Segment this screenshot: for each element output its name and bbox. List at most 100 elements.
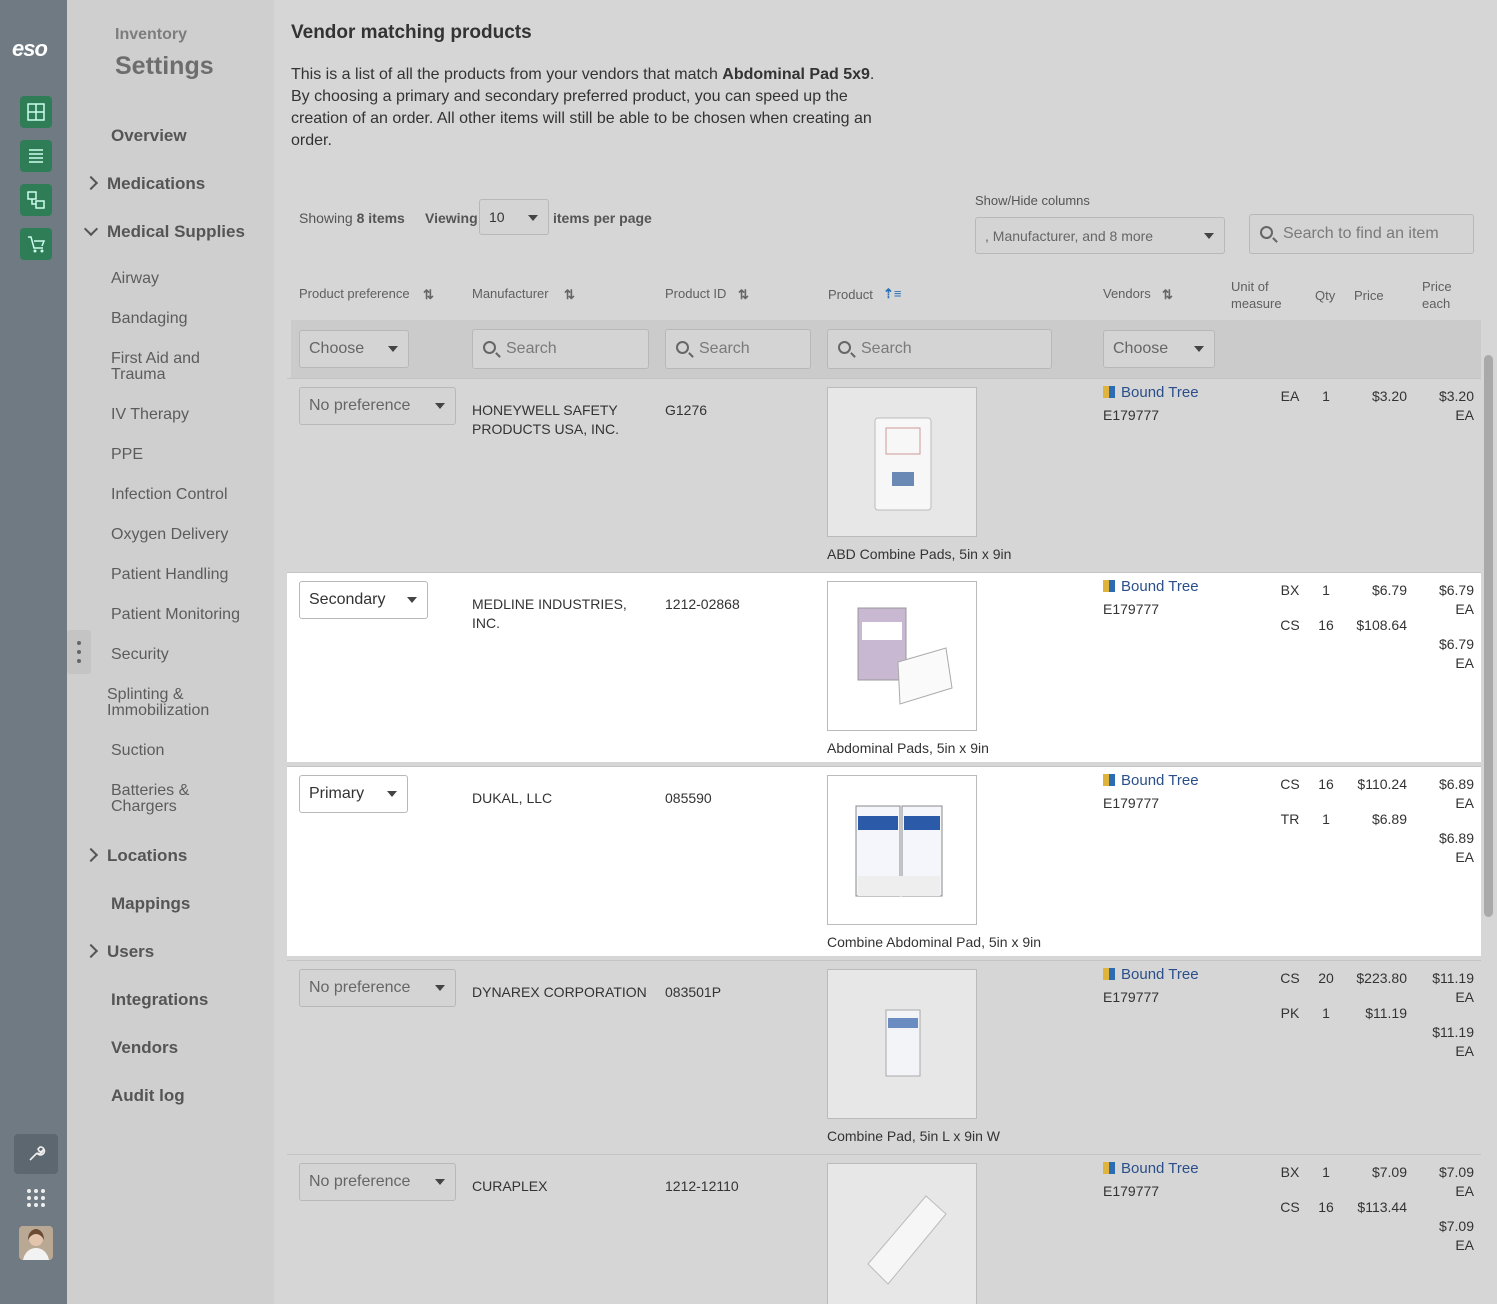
qty-cell: 1 [1322,811,1330,827]
price-cell: $11.19 [1365,1005,1407,1021]
sidebar-item-users[interactable]: Users [107,942,154,962]
list-app-icon[interactable] [20,140,52,172]
sidebar-item-iv-therapy[interactable]: IV Therapy [111,407,189,423]
cart-app-icon[interactable] [20,228,52,260]
manufacturer-cell: HONEYWELL SAFETY PRODUCTS USA, INC. [472,402,620,437]
sidebar-item-splinting[interactable]: Splinting & Immobilization [107,687,237,719]
settings-sidebar: Inventory Settings Overview Medications … [67,0,274,1304]
product-name-cell: Combine Pad, 5in L x 9in W [827,1128,1001,1144]
product-image [827,1163,977,1304]
sidebar-item-vendors[interactable]: Vendors [111,1038,178,1058]
vendor-code: E179777 [1103,601,1160,617]
sidebar-item-medical-supplies[interactable]: Medical Supplies [107,222,245,242]
price-cell: $3.20 [1371,388,1407,404]
sidebar-kicker: Inventory [115,26,188,43]
preference-select[interactable]: No preference [299,387,456,425]
chevron-right-icon[interactable] [83,943,99,959]
sidebar-item-audit-log[interactable]: Audit log [111,1086,185,1106]
sidebar-item-integrations[interactable]: Integrations [111,990,208,1010]
page-intro: This is a list of all the products from … [291,66,875,149]
preference-select[interactable]: Primary [299,775,408,813]
manufacturer-cell: MEDLINE INDUSTRIES, INC. [472,596,627,631]
product-id-cell: 083501P [665,984,722,1000]
bound-tree-logo-icon [1103,580,1115,592]
price-each-cell: $6.79 [1438,636,1474,652]
manufacturer-filter[interactable]: Search [472,329,649,369]
sidebar-item-infection-control[interactable]: Infection Control [111,487,228,503]
chevron-down-icon [407,597,417,603]
product-id-filter[interactable]: Search [665,329,811,369]
sidebar-title: Settings [115,52,214,80]
sidebar-item-batteries[interactable]: Batteries & Chargers [111,783,221,815]
manufacturer-cell: CURAPLEX [472,1178,548,1194]
price-cell: $223.80 [1356,970,1407,986]
preference-select[interactable]: No preference [299,969,456,1007]
sort-icon[interactable]: ⇅ [738,287,749,303]
sidebar-item-security[interactable]: Security [111,647,169,663]
bound-tree-logo-icon [1103,1162,1115,1174]
app-grid-icon[interactable] [14,1178,58,1218]
transfer-app-icon[interactable] [20,184,52,216]
preference-select[interactable]: Secondary [299,581,428,619]
unit-cell: CS [1280,617,1300,633]
header-product-id[interactable]: Product ID [665,285,726,302]
chevron-right-icon[interactable] [83,175,99,191]
price-each-unit: EA [1455,1183,1474,1199]
chevron-down-icon [528,215,538,221]
inventory-app-icon[interactable] [20,96,52,128]
sidebar-item-bandaging[interactable]: Bandaging [111,311,188,327]
sidebar-item-patient-monitoring[interactable]: Patient Monitoring [111,607,240,623]
sidebar-item-medications[interactable]: Medications [107,174,205,194]
eso-logo: eso [12,36,48,61]
search-icon [1260,226,1273,239]
price-each-cell: $6.89 [1438,776,1474,792]
sidebar-item-first-aid[interactable]: First Aid and Trauma [111,351,221,383]
product-id-cell: G1276 [665,402,708,418]
sidebar-item-patient-handling[interactable]: Patient Handling [111,567,228,583]
per-page-select[interactable]: 10 [479,199,549,235]
chevron-down-icon [1204,233,1214,239]
price-each-unit: EA [1455,1043,1474,1059]
header-preference[interactable]: Product preference [299,285,410,302]
sort-icon[interactable]: ⇅ [1162,287,1173,303]
manufacturer-cell: DUKAL, LLC [472,790,553,806]
chevron-down-icon[interactable] [83,221,99,237]
header-manufacturer[interactable]: Manufacturer [472,285,549,302]
unit-cell: EA [1280,388,1300,404]
qty-cell: 16 [1318,617,1334,633]
scrollbar[interactable] [1484,355,1493,917]
preference-select[interactable]: No preference [299,1163,456,1201]
header-product[interactable]: Product [828,286,873,303]
wrench-icon[interactable] [14,1134,58,1174]
vendor-filter[interactable]: Choose [1103,330,1215,368]
sidebar-item-ppe[interactable]: PPE [111,447,143,463]
sidebar-item-oxygen-delivery[interactable]: Oxygen Delivery [111,527,228,543]
sidebar-resize-handle[interactable] [67,630,91,674]
sidebar-item-mappings[interactable]: Mappings [111,894,190,914]
sidebar-item-overview[interactable]: Overview [111,126,187,146]
user-avatar[interactable] [19,1226,53,1260]
chevron-right-icon[interactable] [83,847,99,863]
vendor-code: E179777 [1103,989,1160,1005]
sort-icon[interactable]: ⇅ [564,287,575,303]
item-search-input[interactable]: Search to find an item [1249,214,1474,254]
chevron-down-icon [435,1179,445,1185]
product-filter[interactable]: Search [827,329,1052,369]
columns-select[interactable]: , Manufacturer, and 8 more [975,217,1225,254]
price-cell: $7.09 [1371,1164,1407,1180]
preference-filter[interactable]: Choose [299,330,409,368]
header-price-each: Price each [1422,279,1452,311]
sort-icon[interactable]: ⇅ [423,287,434,303]
price-each-unit: EA [1455,1237,1474,1253]
product-id-cell: 1212-02868 [665,596,740,612]
price-each-unit: EA [1455,655,1474,671]
qty-cell: 16 [1318,776,1334,792]
product-id-cell: 1212-12110 [665,1178,739,1194]
unit-cell: BX [1280,582,1300,598]
sort-ascending-icon[interactable]: ⇡≡ [883,286,901,302]
product-image [827,581,977,731]
sidebar-item-suction[interactable]: Suction [111,743,164,759]
sidebar-item-locations[interactable]: Locations [107,846,187,866]
header-vendors[interactable]: Vendors [1103,285,1151,302]
sidebar-item-airway[interactable]: Airway [111,271,159,287]
